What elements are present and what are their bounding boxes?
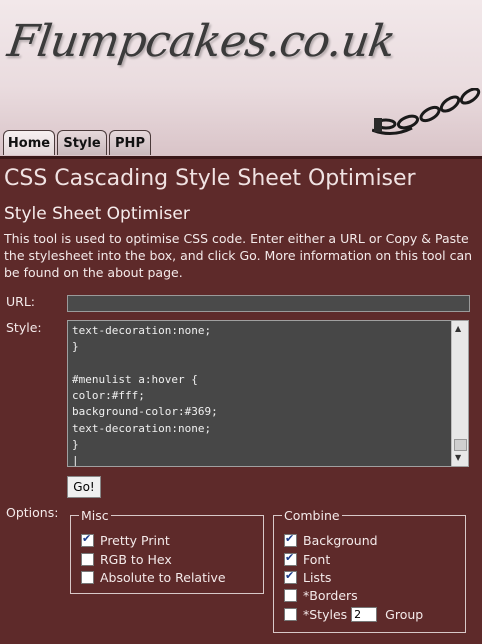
combine-legend: Combine	[282, 508, 342, 523]
lists-checkbox[interactable]	[284, 569, 297, 584]
misc-legend: Misc	[79, 508, 111, 523]
scroll-up-icon[interactable]: ▲	[455, 324, 461, 333]
pretty-print-label: Pretty Print	[100, 533, 170, 548]
background-label: Background	[303, 533, 378, 548]
absolute-to-relative-checkbox[interactable]	[81, 571, 94, 584]
scroll-thumb[interactable]	[454, 439, 467, 451]
site-logo[interactable]: Flumpcakes.co.uk	[4, 16, 397, 67]
option-font[interactable]: Font	[284, 551, 331, 567]
style-textarea[interactable]: text-decoration:none; } #menulist a:hove…	[67, 320, 469, 467]
tab-php[interactable]: PHP	[109, 130, 151, 155]
font-checkbox[interactable]	[284, 551, 297, 566]
tool-description: This tool is used to optimise CSS code. …	[4, 231, 473, 280]
rgb-to-hex-label: RGB to Hex	[100, 552, 172, 567]
option-pretty-print[interactable]: Pretty Print	[81, 532, 170, 548]
borders-label: *Borders	[303, 588, 358, 603]
option-lists[interactable]: Lists	[284, 569, 332, 585]
url-input[interactable]	[67, 295, 470, 312]
page-title: CSS Cascading Style Sheet Optimiser	[4, 166, 416, 191]
option-background[interactable]: Background	[284, 532, 378, 548]
styles-label: *Styles	[303, 607, 348, 622]
misc-fieldset: Misc Pretty Print RGB to Hex Absolute to…	[70, 508, 264, 594]
option-borders[interactable]: *Borders	[284, 588, 358, 603]
borders-checkbox[interactable]	[284, 589, 297, 602]
style-label: Style:	[6, 320, 42, 335]
option-rgb-to-hex[interactable]: RGB to Hex	[81, 552, 172, 567]
site-header: Flumpcakes.co.uk Home Style PHP	[0, 0, 482, 156]
tab-home[interactable]: Home	[3, 130, 55, 155]
styles-group-label: Group	[385, 607, 424, 622]
combine-fieldset: Combine Background Font Lists *Borders *…	[273, 508, 466, 633]
option-styles[interactable]: *Styles 2 Group	[284, 607, 423, 622]
absolute-to-relative-label: Absolute to Relative	[100, 570, 226, 585]
go-button[interactable]: Go!	[67, 476, 101, 498]
style-code: text-decoration:none; } #menulist a:hove…	[72, 324, 218, 467]
scroll-down-icon[interactable]: ▼	[455, 453, 461, 462]
pretty-print-checkbox[interactable]	[81, 532, 94, 547]
styles-checkbox[interactable]	[284, 608, 297, 621]
option-absolute-to-relative[interactable]: Absolute to Relative	[81, 570, 226, 585]
textarea-scrollbar[interactable]: ▲ ▼	[451, 321, 468, 466]
tab-style[interactable]: Style	[57, 130, 107, 155]
font-label: Font	[303, 552, 331, 567]
options-label: Options:	[6, 505, 59, 520]
background-checkbox[interactable]	[284, 532, 297, 547]
url-label: URL:	[6, 294, 36, 309]
section-title: Style Sheet Optimiser	[4, 204, 190, 224]
styles-group-input[interactable]: 2	[351, 607, 378, 622]
chain-decoration-icon	[372, 88, 481, 135]
lists-label: Lists	[303, 570, 332, 585]
header-divider	[0, 156, 482, 159]
rgb-to-hex-checkbox[interactable]	[81, 553, 94, 566]
